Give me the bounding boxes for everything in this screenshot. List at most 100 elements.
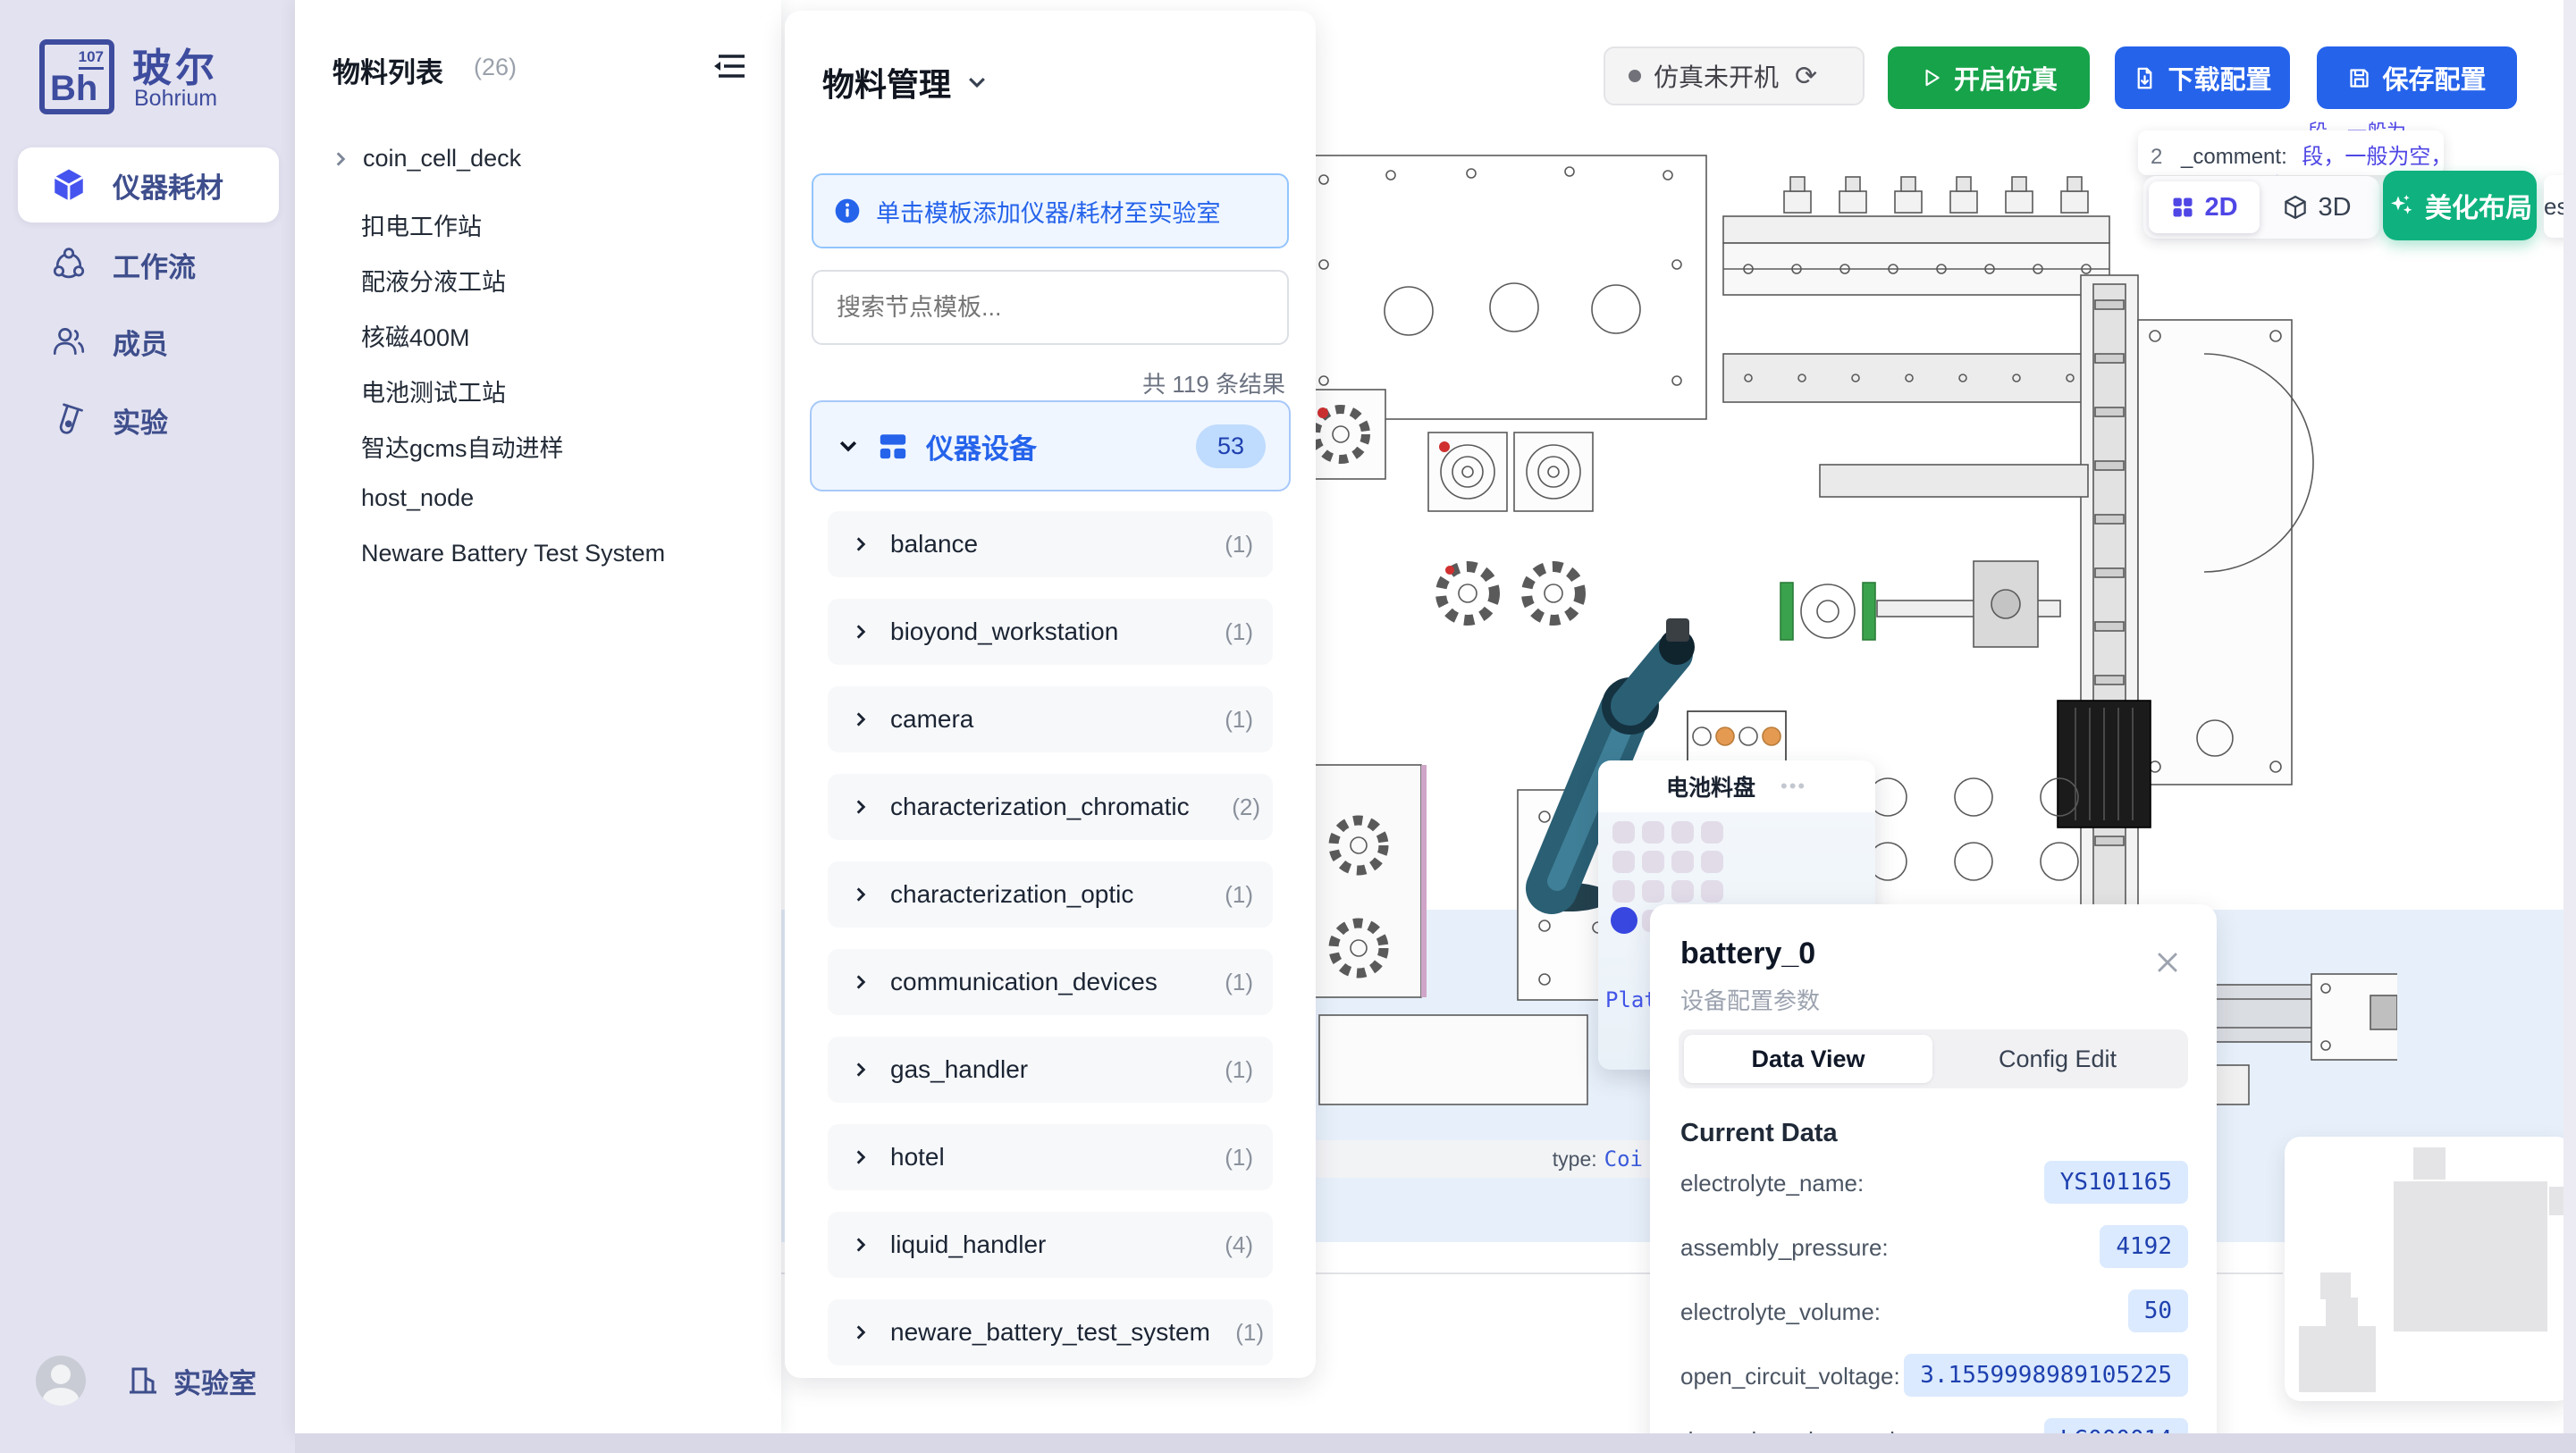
chevron-right-icon <box>851 710 871 729</box>
toggle-2d-label: 2D <box>2204 193 2237 223</box>
chevron-down-icon[interactable] <box>965 71 989 94</box>
page-title: 物料管理 <box>822 59 951 105</box>
tooltip-key: _comment: <box>2181 145 2287 169</box>
chevron-right-icon <box>851 885 871 904</box>
cube-3d-icon <box>2282 194 2309 221</box>
test-tube-icon <box>50 401 88 439</box>
sidebar-item-label: 实验 <box>113 400 168 441</box>
material-item[interactable]: 核磁400M <box>361 318 470 353</box>
battery-config-popup: battery_0 设备配置参数 Data View Config Edit C… <box>1650 904 2217 1453</box>
template-item[interactable]: characterization_optic(1) <box>828 861 1273 928</box>
sidebar-footer: 实验室 <box>0 1345 295 1416</box>
grid-2d-icon <box>2170 195 2195 220</box>
material-item[interactable]: 电池测试工站 <box>361 374 506 408</box>
collapse-panel-icon[interactable] <box>711 50 747 82</box>
tab-config-edit[interactable]: Config Edit <box>1932 1046 2183 1073</box>
tab-data-view[interactable]: Data View <box>1684 1035 1932 1083</box>
simulation-status-pill[interactable]: 仿真未开机 ⟳ <box>1604 46 1865 105</box>
chevron-right-icon <box>851 1323 871 1342</box>
sidebar-item-label: 仪器耗材 <box>113 165 223 206</box>
template-item[interactable]: neware_battery_test_system(1) <box>828 1299 1273 1365</box>
bohrium-logo: 107 Bh <box>39 39 114 114</box>
view-mode-toggle[interactable]: 2D 3D <box>2143 176 2379 239</box>
sidebar-item-workflow[interactable]: 工作流 <box>18 227 279 302</box>
param-label: open_circuit_voltage: <box>1680 1363 1900 1390</box>
close-icon[interactable] <box>2152 947 2183 978</box>
play-icon <box>1920 66 1943 89</box>
tree-item-coin-cell-deck[interactable]: coin_cell_deck <box>331 145 521 172</box>
horizontal-scrollbar[interactable] <box>295 1433 2576 1453</box>
chevron-right-icon <box>851 972 871 992</box>
template-panel-title[interactable]: 物料管理 <box>822 59 989 105</box>
refresh-icon[interactable]: ⟳ <box>1795 61 1817 92</box>
template-item[interactable]: bioyond_workstation(1) <box>828 599 1273 665</box>
chevron-down-icon <box>837 434 860 458</box>
tree-item-label: coin_cell_deck <box>363 145 521 172</box>
material-item[interactable]: Neware Battery Test System <box>361 540 665 567</box>
toggle-2d[interactable]: 2D <box>2149 181 2260 233</box>
param-value: 50 <box>2128 1289 2188 1332</box>
sidebar-item-instruments[interactable]: 仪器耗材 <box>18 147 279 223</box>
param-value: 4192 <box>2100 1225 2188 1268</box>
sidebar-item-label: 工作流 <box>113 245 196 285</box>
sidebar: 107 Bh 玻尔 Bohrium 仪器耗材 工作流 成员 <box>0 0 295 1453</box>
chevron-right-icon <box>851 1060 871 1079</box>
template-item[interactable]: characterization_chromatic(2) <box>828 774 1273 840</box>
tooltip-value: 段，一般为空，stat <box>2302 145 2444 169</box>
lab-building-icon <box>125 1363 161 1398</box>
devices-grid-icon <box>878 431 908 461</box>
save-icon <box>2347 66 2371 90</box>
comment-tooltip: 2 _comment: 段，一般为空，stat 固定 <box>2138 130 2444 175</box>
minimap[interactable] <box>2285 1137 2572 1401</box>
template-item[interactable]: hotel(1) <box>828 1124 1273 1190</box>
chevron-right-icon <box>851 1147 871 1167</box>
sidebar-item-members[interactable]: 成员 <box>18 304 279 379</box>
material-item[interactable]: 智达gcms自动进样 <box>361 429 564 464</box>
search-input[interactable] <box>812 270 1289 345</box>
save-config-button[interactable]: 保存配置 <box>2317 46 2517 109</box>
tooltip-prefix: 2 <box>2151 145 2162 169</box>
template-panel: 物料管理 单击模板添加仪器/耗材至实验室 共 119 条结果 仪器设备 53 b… <box>785 11 1316 1378</box>
info-icon <box>833 197 862 225</box>
param-label: assembly_pressure: <box>1680 1234 1889 1262</box>
beautify-layout-button[interactable]: 美化布局 <box>2383 171 2537 240</box>
battery-tray-title: 电池料盘 <box>1666 770 1755 802</box>
template-item[interactable]: communication_devices(1) <box>828 949 1273 1015</box>
material-item[interactable]: host_node <box>361 484 474 512</box>
vertical-scrollbar[interactable] <box>2563 0 2576 1453</box>
template-item[interactable]: balance(1) <box>828 511 1273 577</box>
selected-battery-dot[interactable] <box>1611 907 1637 934</box>
toggle-3d[interactable]: 3D <box>2260 193 2374 223</box>
chevron-right-icon <box>331 149 350 169</box>
template-item[interactable]: gas_handler(1) <box>828 1037 1273 1103</box>
beautify-label: 美化布局 <box>2425 186 2532 225</box>
avatar[interactable] <box>36 1356 86 1406</box>
param-value: 3.1559998989105225 <box>1904 1354 2188 1397</box>
download-config-button[interactable]: 下载配置 <box>2115 46 2290 109</box>
template-item[interactable]: liquid_handler(4) <box>828 1212 1273 1278</box>
sidebar-item-experiments[interactable]: 实验 <box>18 382 279 458</box>
category-badge: 53 <box>1196 424 1266 468</box>
param-label: electrolyte_volume: <box>1680 1298 1881 1326</box>
popup-title: battery_0 <box>1680 936 1815 971</box>
toggle-3d-label: 3D <box>2318 193 2351 223</box>
simulation-status-label: 仿真未开机 <box>1654 58 1779 94</box>
app-window: type: Coi 电池料盘 ••• Plate 段，一般为空，stat 2 <box>0 0 2576 1453</box>
lab-label[interactable]: 实验室 <box>173 1361 257 1401</box>
category-instruments[interactable]: 仪器设备 53 <box>810 400 1291 491</box>
type-label: type: <box>1553 1147 1597 1172</box>
material-item[interactable]: 扣电工作站 <box>361 207 482 242</box>
chevron-right-icon <box>851 1235 871 1255</box>
logo-number: 107 <box>79 48 104 70</box>
download-config-label: 下载配置 <box>2168 59 2271 97</box>
template-item[interactable]: camera(1) <box>828 686 1273 752</box>
start-simulation-button[interactable]: 开启仿真 <box>1888 46 2090 109</box>
users-icon <box>50 323 88 360</box>
tray-menu-icon[interactable]: ••• <box>1780 775 1806 798</box>
result-count: 共 119 条结果 <box>1142 366 1285 399</box>
chevron-right-icon <box>851 622 871 642</box>
material-item[interactable]: 配液分液工站 <box>361 263 506 298</box>
hint-text: 单击模板添加仪器/耗材至实验室 <box>876 194 1221 229</box>
tooltip-clipped-line: 固定 <box>2245 168 2288 175</box>
tooltip-clipped-top: 段，一般为空，stat <box>2308 116 2442 130</box>
